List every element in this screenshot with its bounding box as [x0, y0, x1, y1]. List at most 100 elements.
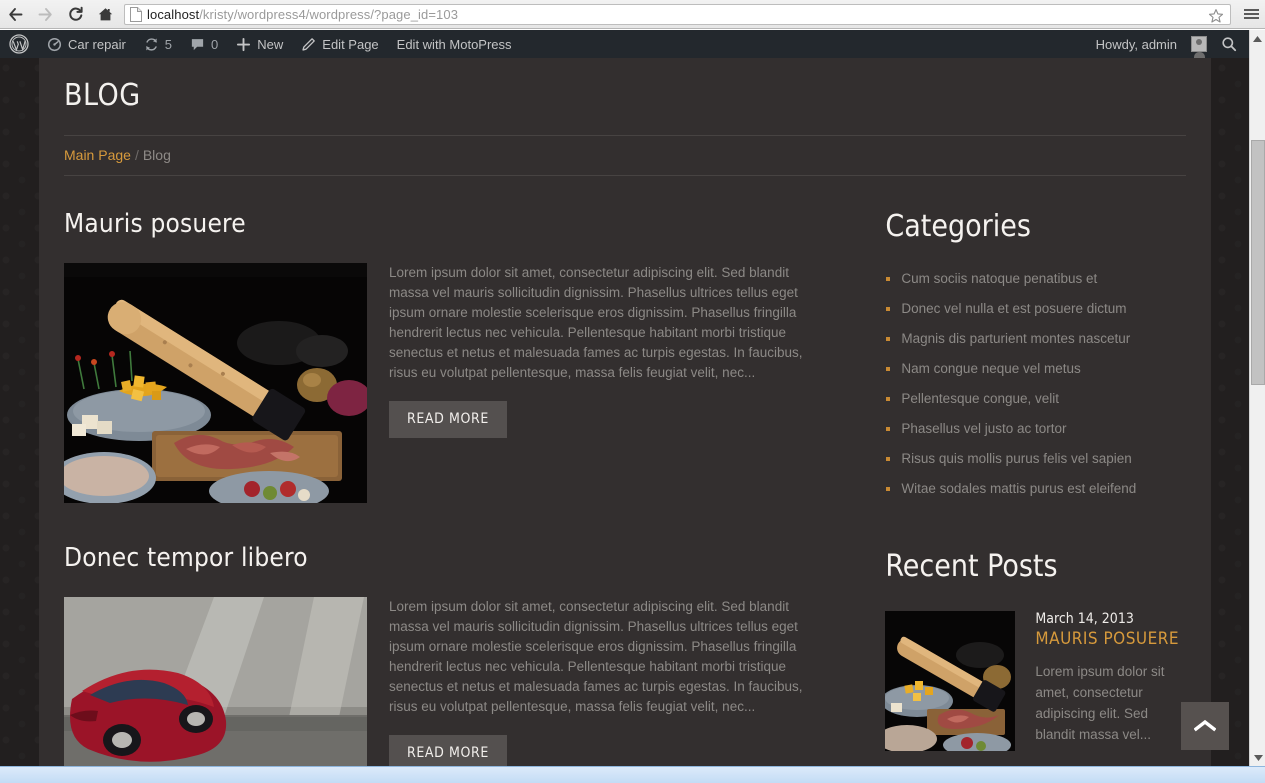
- recent-post-excerpt: Lorem ipsum dolor sit amet, consectetur …: [1035, 664, 1165, 742]
- post-thumbnail[interactable]: [64, 597, 367, 766]
- plus-icon: [237, 37, 251, 51]
- hamburger-menu-icon: [1243, 7, 1259, 21]
- search-icon: [1222, 37, 1237, 52]
- list-item[interactable]: Nam congue neque vel metus: [885, 361, 1186, 391]
- wordpress-logo-icon: [9, 34, 29, 54]
- read-more-button[interactable]: Read more: [389, 401, 507, 438]
- category-link[interactable]: Magnis dis parturient montes nascetur: [901, 331, 1130, 346]
- widget-title: Recent Posts: [885, 549, 1058, 584]
- breadcrumb: Main Page / Blog: [64, 136, 1186, 176]
- adminbar-howdy: Howdy, admin: [1095, 36, 1177, 52]
- reload-button[interactable]: [60, 0, 90, 29]
- widget-categories: Categories Cum sociis natoque penatibus …: [885, 209, 1186, 511]
- list-item[interactable]: Cum sociis natoque penatibus et: [885, 271, 1186, 301]
- adminbar-motopress[interactable]: Edit with MotoPress: [388, 30, 521, 58]
- adminbar-motopress-label: Edit with MotoPress: [396, 36, 512, 52]
- home-icon: [98, 7, 112, 20]
- site-content-wrapper: BLOG Main Page / Blog Mauris posuere Lor…: [39, 58, 1211, 766]
- forward-button: [30, 0, 60, 29]
- arrow-right-icon: [38, 7, 52, 21]
- updates-refresh-icon: [145, 37, 157, 51]
- dashboard-speedometer-icon: [47, 37, 62, 51]
- charcuterie-board-thumbnail: [885, 611, 1016, 751]
- adminbar-updates[interactable]: 5: [135, 30, 181, 58]
- list-item[interactable]: Phasellus vel justo ac tortor: [885, 421, 1186, 451]
- read-more-button[interactable]: Read more: [389, 735, 507, 766]
- recent-post-title[interactable]: Mauris posuere: [1035, 629, 1186, 649]
- content-columns: Mauris posuere Lorem ipsum dolor sit ame…: [64, 176, 1186, 766]
- horizontal-scrollbar[interactable]: [0, 766, 1265, 783]
- adminbar-site-label: Car repair: [68, 36, 126, 52]
- category-link[interactable]: Donec vel nulla et est posuere dictum: [901, 301, 1126, 316]
- adminbar-comments-count: 0: [211, 36, 219, 52]
- two-sports-cars-photo: [64, 597, 367, 766]
- blog-post: Mauris posuere Lorem ipsum dolor sit ame…: [64, 209, 830, 503]
- page-viewport: Car repair 5 0 New Edit Page Edit with M…: [0, 30, 1249, 766]
- scrollbar-down-arrow[interactable]: [1250, 749, 1265, 766]
- category-link[interactable]: Phasellus vel justo ac tortor: [901, 421, 1066, 436]
- url-path: /kristy/wordpress4/wordpress/?page_id=10…: [199, 6, 459, 22]
- wordpress-admin-bar: Car repair 5 0 New Edit Page Edit with M…: [0, 30, 1249, 58]
- list-item[interactable]: Donec vel nulla et est posuere dictum: [885, 301, 1186, 331]
- avatar: [1191, 36, 1207, 58]
- category-link[interactable]: Pellentesque congue, velit: [901, 391, 1059, 406]
- adminbar-right-group: Howdy, admin: [1087, 30, 1249, 58]
- star-icon[interactable]: [1208, 8, 1224, 29]
- list-item[interactable]: Pellentesque congue, velit: [885, 391, 1186, 421]
- pencil-icon: [302, 37, 316, 51]
- breadcrumb-separator: /: [134, 147, 139, 163]
- breadcrumb-home-link[interactable]: Main Page: [64, 147, 131, 163]
- scrollbar-up-arrow[interactable]: [1250, 30, 1265, 47]
- post-title[interactable]: Donec tempor libero: [64, 543, 830, 573]
- category-link[interactable]: Witae sodales mattis purus est eleifend: [901, 481, 1136, 496]
- post-thumbnail[interactable]: [64, 263, 367, 503]
- list-item[interactable]: Witae sodales mattis purus est eleifend: [885, 481, 1186, 511]
- post-body: Lorem ipsum dolor sit amet, consectetur …: [64, 597, 830, 766]
- category-link[interactable]: Cum sociis natoque penatibus et: [901, 271, 1097, 286]
- adminbar-edit-page[interactable]: Edit Page: [292, 30, 387, 58]
- adminbar-new-label: New: [257, 36, 284, 52]
- list-item[interactable]: Magnis dis parturient montes nascetur: [885, 331, 1186, 361]
- list-item[interactable]: Risus quis mollis purus felis vel sapien: [885, 451, 1186, 481]
- home-button[interactable]: [90, 0, 120, 29]
- arrow-left-icon: [8, 7, 22, 21]
- widget-title: Categories: [885, 209, 1031, 244]
- url-text: localhost/kristy/wordpress4/wordpress/?p…: [147, 7, 458, 22]
- adminbar-updates-count: 5: [164, 36, 173, 52]
- categories-list: Cum sociis natoque penatibus et Donec ve…: [885, 271, 1186, 511]
- post-text: Lorem ipsum dolor sit amet, consectetur …: [367, 263, 830, 503]
- recent-post-date: March 14, 2013: [1035, 611, 1134, 627]
- browser-menu-button[interactable]: [1237, 0, 1265, 29]
- post-body: Lorem ipsum dolor sit amet, consectetur …: [64, 263, 830, 503]
- category-link[interactable]: Nam congue neque vel metus: [901, 361, 1080, 376]
- widget-recent-posts: Recent Posts March 14, 2013 MAURIS POSUE…: [885, 549, 1186, 751]
- blog-post: Donec tempor libero Lorem ipsum dolor si…: [64, 543, 830, 766]
- main-column: Mauris posuere Lorem ipsum dolor sit ame…: [64, 209, 850, 766]
- adminbar-comments[interactable]: 0: [181, 30, 227, 58]
- scrollbar-thumb[interactable]: [1251, 140, 1265, 385]
- comment-bubble-icon: [191, 38, 204, 50]
- post-title[interactable]: Mauris posuere: [64, 209, 830, 239]
- address-bar[interactable]: localhost/kristy/wordpress4/wordpress/?p…: [124, 3, 1231, 25]
- page-header: BLOG Main Page / Blog: [64, 58, 1186, 176]
- category-link[interactable]: Risus quis mollis purus felis vel sapien: [901, 451, 1131, 466]
- adminbar-new-content[interactable]: New: [227, 30, 292, 58]
- recent-post-item: March 14, 2013 Mauris posuere Lorem ipsu…: [885, 611, 1186, 751]
- reload-icon: [68, 6, 83, 21]
- post-excerpt: Lorem ipsum dolor sit amet, consectetur …: [389, 599, 803, 714]
- recent-post-thumbnail[interactable]: [885, 611, 1016, 751]
- page-title: BLOG: [64, 78, 1186, 136]
- scroll-to-top-button[interactable]: [1181, 702, 1229, 750]
- triangle-down-icon: [1253, 754, 1263, 761]
- adminbar-account[interactable]: Howdy, admin: [1087, 30, 1207, 58]
- adminbar-edit-label: Edit Page: [322, 36, 379, 52]
- adminbar-site-name[interactable]: Car repair: [38, 30, 135, 58]
- recent-post-text: March 14, 2013 Mauris posuere Lorem ipsu…: [1015, 611, 1186, 751]
- breadcrumb-current: Blog: [142, 147, 171, 163]
- vertical-scrollbar[interactable]: [1249, 30, 1265, 766]
- adminbar-wp-logo[interactable]: [0, 30, 38, 58]
- sidebar: Categories Cum sociis natoque penatibus …: [850, 209, 1186, 766]
- adminbar-search-button[interactable]: [1207, 36, 1249, 52]
- charcuterie-board-photo: [64, 263, 367, 503]
- back-button[interactable]: [0, 0, 30, 29]
